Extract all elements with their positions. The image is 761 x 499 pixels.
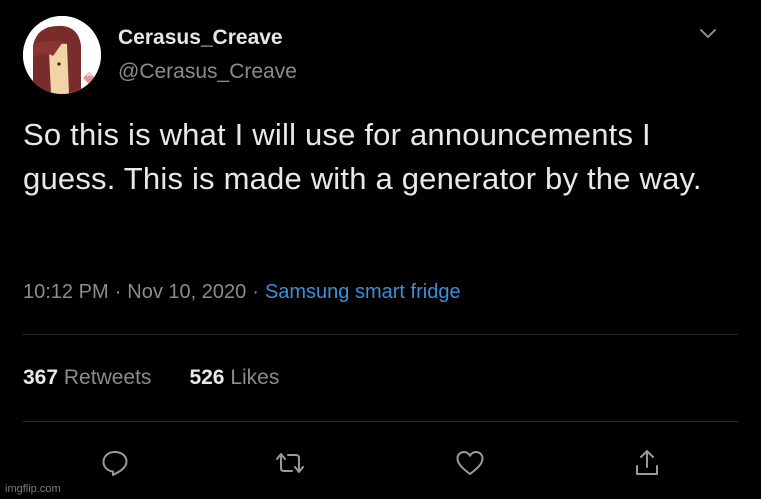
avatar-icon: [23, 16, 101, 94]
tweet-stats: 367 Retweets 526 Likes: [23, 366, 279, 390]
watermark: imgflip.com: [5, 483, 61, 495]
tweet-time: 10:12 PM: [23, 281, 109, 303]
retweet-icon: [276, 453, 304, 473]
share-button[interactable]: [629, 446, 665, 480]
like-icon: [456, 451, 484, 475]
likes-stat[interactable]: 526 Likes: [189, 366, 279, 390]
retweets-count: 367: [23, 366, 59, 389]
retweet-button[interactable]: [272, 446, 308, 480]
divider: [23, 334, 738, 335]
divider: [23, 421, 738, 422]
likes-count: 526: [189, 366, 225, 389]
meta-separator: ·: [252, 281, 259, 303]
share-icon: [636, 450, 658, 475]
retweets-stat[interactable]: 367 Retweets: [23, 366, 151, 390]
likes-label: Likes: [230, 366, 280, 389]
meta-separator: ·: [114, 281, 122, 303]
like-button[interactable]: [452, 446, 488, 480]
reply-button[interactable]: [97, 446, 133, 480]
chevron-down-icon[interactable]: [698, 27, 718, 41]
tweet-source-link[interactable]: Samsung smart fridge: [265, 281, 461, 303]
tweet-text: So this is what I will use for announcem…: [23, 117, 702, 196]
tweet-meta: 10:12 PM · Nov 10, 2020 · Samsung smart frid…: [23, 281, 461, 304]
avatar[interactable]: [23, 16, 101, 94]
reply-icon: [102, 451, 128, 476]
retweets-label: Retweets: [63, 366, 152, 389]
tweet-date[interactable]: Nov 10, 2020: [127, 281, 246, 303]
user-handle[interactable]: @Cerasus_Creave: [118, 60, 297, 84]
display-name[interactable]: Cerasus_Creave: [118, 26, 283, 50]
